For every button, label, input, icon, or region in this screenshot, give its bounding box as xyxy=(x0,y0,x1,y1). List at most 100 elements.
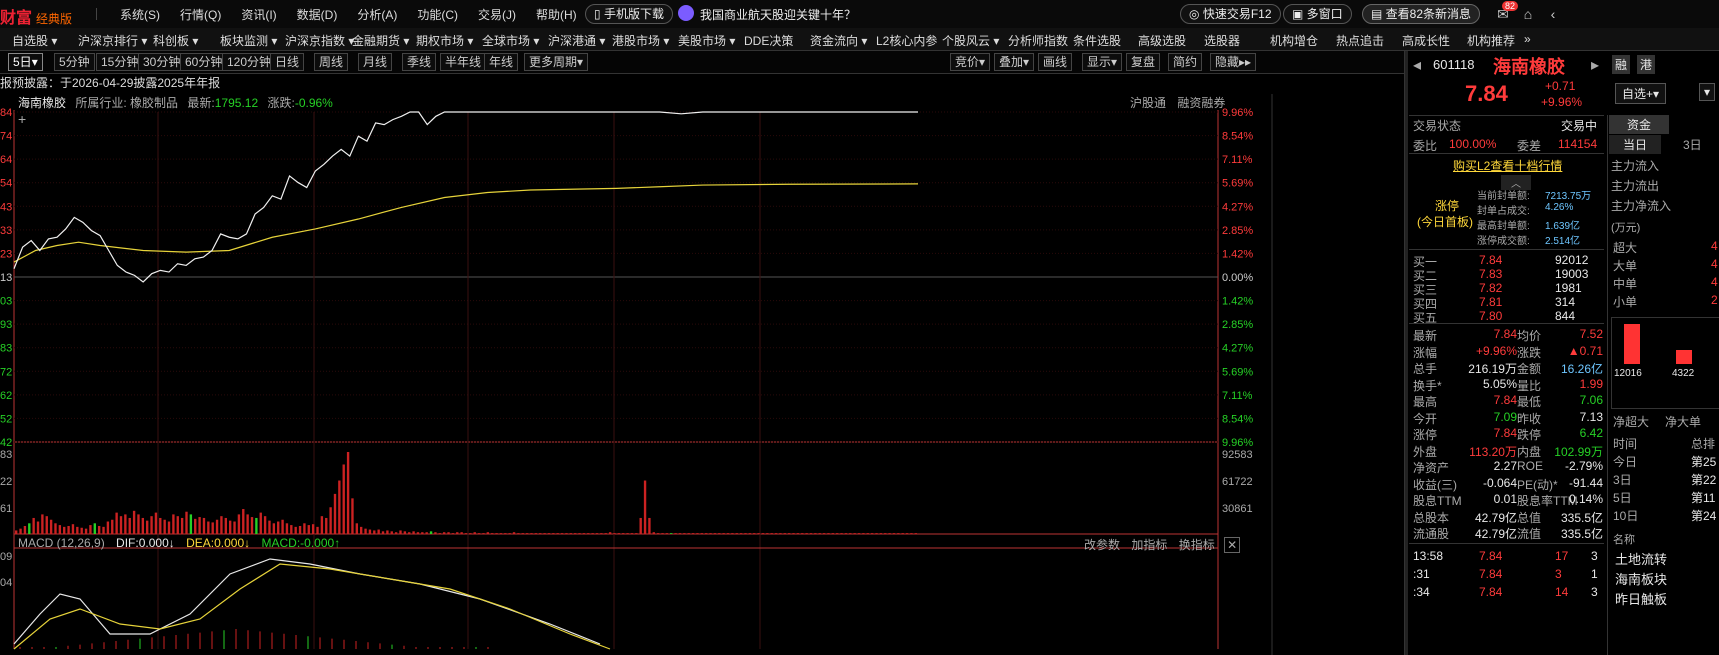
volume-bar xyxy=(809,533,813,534)
nav-hot-trace[interactable]: 热点追击 xyxy=(1336,32,1384,49)
period-quarter[interactable]: 季线 xyxy=(402,53,437,71)
stat-label: 总股本 xyxy=(1413,510,1450,525)
nav-fund-flow[interactable]: 资金流向 ▾ xyxy=(810,32,867,49)
next-stock-icon[interactable]: ▸ xyxy=(1591,55,1599,75)
tab-today[interactable]: 当日 xyxy=(1609,135,1662,154)
volume-bar xyxy=(451,533,455,534)
dea-label: DEA: xyxy=(186,536,215,550)
concept-1[interactable]: 海南板块 xyxy=(1615,569,1667,588)
nav-options[interactable]: 期权市场 ▾ xyxy=(416,32,473,49)
current-price: 7.84 xyxy=(1465,81,1508,106)
panel-splitter[interactable] xyxy=(1405,51,1408,655)
nav-stock-selector[interactable]: 选股器 xyxy=(1204,32,1240,49)
bid-price[interactable]: 7.81 xyxy=(1479,295,1502,309)
volume-bar xyxy=(495,533,498,534)
home-icon[interactable]: ⌂ xyxy=(1518,4,1538,24)
nav-global[interactable]: 全球市场 ▾ xyxy=(482,32,539,49)
bid-price[interactable]: 7.80 xyxy=(1479,309,1502,323)
switch-indicator-button[interactable]: 换指标 xyxy=(1179,538,1215,552)
nav-institution-increase[interactable]: 机构增仓 xyxy=(1270,32,1318,49)
tab-3day[interactable]: 3日 xyxy=(1675,135,1710,154)
fund-bar-box: 12016 4322 xyxy=(1611,317,1719,409)
nav-watchlist[interactable]: 自选股 ▾ xyxy=(12,32,57,49)
period-more[interactable]: 更多周期▾ xyxy=(524,53,589,71)
period-week[interactable]: 周线 xyxy=(314,53,349,71)
prev-stock-icon[interactable]: ◂ xyxy=(1413,55,1421,75)
period-month[interactable]: 月线 xyxy=(358,53,393,71)
tool-hide[interactable]: 隐藏▸▸ xyxy=(1210,53,1257,71)
nav-star-market[interactable]: 科创板 ▾ xyxy=(153,32,198,49)
volume-bar xyxy=(587,533,590,534)
l2-purchase-link[interactable]: 购买L2查看十档行情 xyxy=(1453,157,1562,174)
period-60min[interactable]: 60分钟 xyxy=(180,53,228,71)
nav-dde[interactable]: DDE决策 xyxy=(744,32,793,49)
back-icon[interactable]: ‹ xyxy=(1543,4,1563,24)
menu-quote[interactable]: 行情(Q) xyxy=(180,6,221,23)
nav-high-growth[interactable]: 高成长性 xyxy=(1402,32,1450,49)
close-icon[interactable]: ✕ xyxy=(1224,537,1241,553)
nav-ranking[interactable]: 沪深京排行 ▾ xyxy=(78,32,147,49)
period-30min[interactable]: 30分钟 xyxy=(138,53,186,71)
bid-price[interactable]: 7.83 xyxy=(1479,267,1502,281)
nav-more-icon[interactable]: » xyxy=(1524,32,1531,46)
connect-tag[interactable]: 港 xyxy=(1637,55,1656,74)
period-120min[interactable]: 120分钟 xyxy=(222,53,277,71)
menu-data[interactable]: 数据(D) xyxy=(297,6,338,23)
period-year[interactable]: 年线 xyxy=(484,53,519,71)
bid-price[interactable]: 7.84 xyxy=(1479,253,1502,267)
tool-auction[interactable]: 竞价▾ xyxy=(950,53,991,71)
tool-draw[interactable]: 画线 xyxy=(1038,53,1073,71)
margin-tag[interactable]: 融 xyxy=(1612,55,1631,74)
tool-replay[interactable]: 复盘 xyxy=(1126,53,1161,71)
nav-l2[interactable]: L2核心内参 xyxy=(876,32,937,49)
add-watchlist-button[interactable]: 自选+▾ xyxy=(1615,83,1667,104)
nav-financial-futures[interactable]: 金融期货 ▾ xyxy=(352,32,409,49)
multi-window-button[interactable]: ▣ 多窗口 xyxy=(1283,4,1352,24)
stat-label: ROE xyxy=(1517,459,1544,473)
nav-sector-monitor[interactable]: 板块监测 ▾ xyxy=(220,32,277,49)
volume-bar xyxy=(97,525,101,534)
menu-analysis[interactable]: 分析(A) xyxy=(357,6,397,23)
more-menu-icon[interactable]: ▾ xyxy=(1699,83,1716,101)
volume-bar xyxy=(281,519,284,534)
menu-function[interactable]: 功能(C) xyxy=(417,6,458,23)
stat-value: 16.26亿 xyxy=(1560,362,1603,376)
menu-help[interactable]: 帮助(H) xyxy=(536,6,577,23)
disclosure-notice[interactable]: 报预披露：于2026-04-29披露2025年年报 xyxy=(0,74,220,91)
news-messages-button[interactable]: ▤ 查看82条新消息 xyxy=(1362,4,1481,24)
tool-simple[interactable]: 简约 xyxy=(1168,53,1203,71)
nav-connect[interactable]: 沪深港通 ▾ xyxy=(548,32,605,49)
nav-institution-recommend[interactable]: 机构推荐 xyxy=(1467,32,1515,49)
period-day[interactable]: 日线 xyxy=(270,53,305,71)
tab-fund[interactable]: 资金 xyxy=(1609,115,1670,134)
concept-0[interactable]: 土地流转 xyxy=(1615,549,1667,568)
nav-stock-news[interactable]: 个股风云 ▾ xyxy=(942,32,999,49)
intraday-chart[interactable]: 9.96% 84 8.54% 74 7.11% 64 5.69% 54 4.27% 43 2.85%… xyxy=(0,94,1404,655)
nav-us[interactable]: 美股市场 ▾ xyxy=(678,32,735,49)
nav-condition-select[interactable]: 条件选股 xyxy=(1073,32,1121,49)
period-halfyear[interactable]: 半年线 xyxy=(440,53,487,71)
quick-trade-button[interactable]: ◎ 快速交易F12 xyxy=(1180,4,1281,24)
concept-2[interactable]: 昨日触板 xyxy=(1615,589,1667,608)
volume-bar xyxy=(54,523,57,534)
mobile-download-button[interactable]: ▯ 手机版下载 xyxy=(585,4,673,24)
period-5min[interactable]: 5分钟 xyxy=(54,53,95,71)
tool-overlay[interactable]: 叠加▾ xyxy=(994,53,1035,71)
period-15min[interactable]: 15分钟 xyxy=(96,53,144,71)
nav-index[interactable]: 沪深京指数 ▾ xyxy=(285,32,354,49)
fund-bar-value-1: 4322 xyxy=(1672,368,1695,379)
nav-analyst-index[interactable]: 分析师指数 xyxy=(1008,32,1068,49)
period-5day[interactable]: 5日▾ xyxy=(8,53,43,71)
edit-params-button[interactable]: 改参数 xyxy=(1084,538,1120,552)
volume-bar xyxy=(792,533,795,534)
nav-hk[interactable]: 港股市场 ▾ xyxy=(612,32,669,49)
nav-advanced-select[interactable]: 高级选股 xyxy=(1138,32,1186,49)
macd-title: MACD (12,26,9) xyxy=(18,536,105,550)
tool-display[interactable]: 显示▾ xyxy=(1082,53,1123,71)
bid-price[interactable]: 7.82 xyxy=(1479,281,1502,295)
headline-link[interactable]: 我国商业航天股迎关键十年？ xyxy=(700,6,856,23)
menu-info[interactable]: 资讯(I) xyxy=(241,6,276,23)
add-indicator-button[interactable]: 加指标 xyxy=(1131,538,1167,552)
menu-system[interactable]: 系统(S) xyxy=(120,6,160,23)
menu-trade[interactable]: 交易(J) xyxy=(478,6,516,23)
